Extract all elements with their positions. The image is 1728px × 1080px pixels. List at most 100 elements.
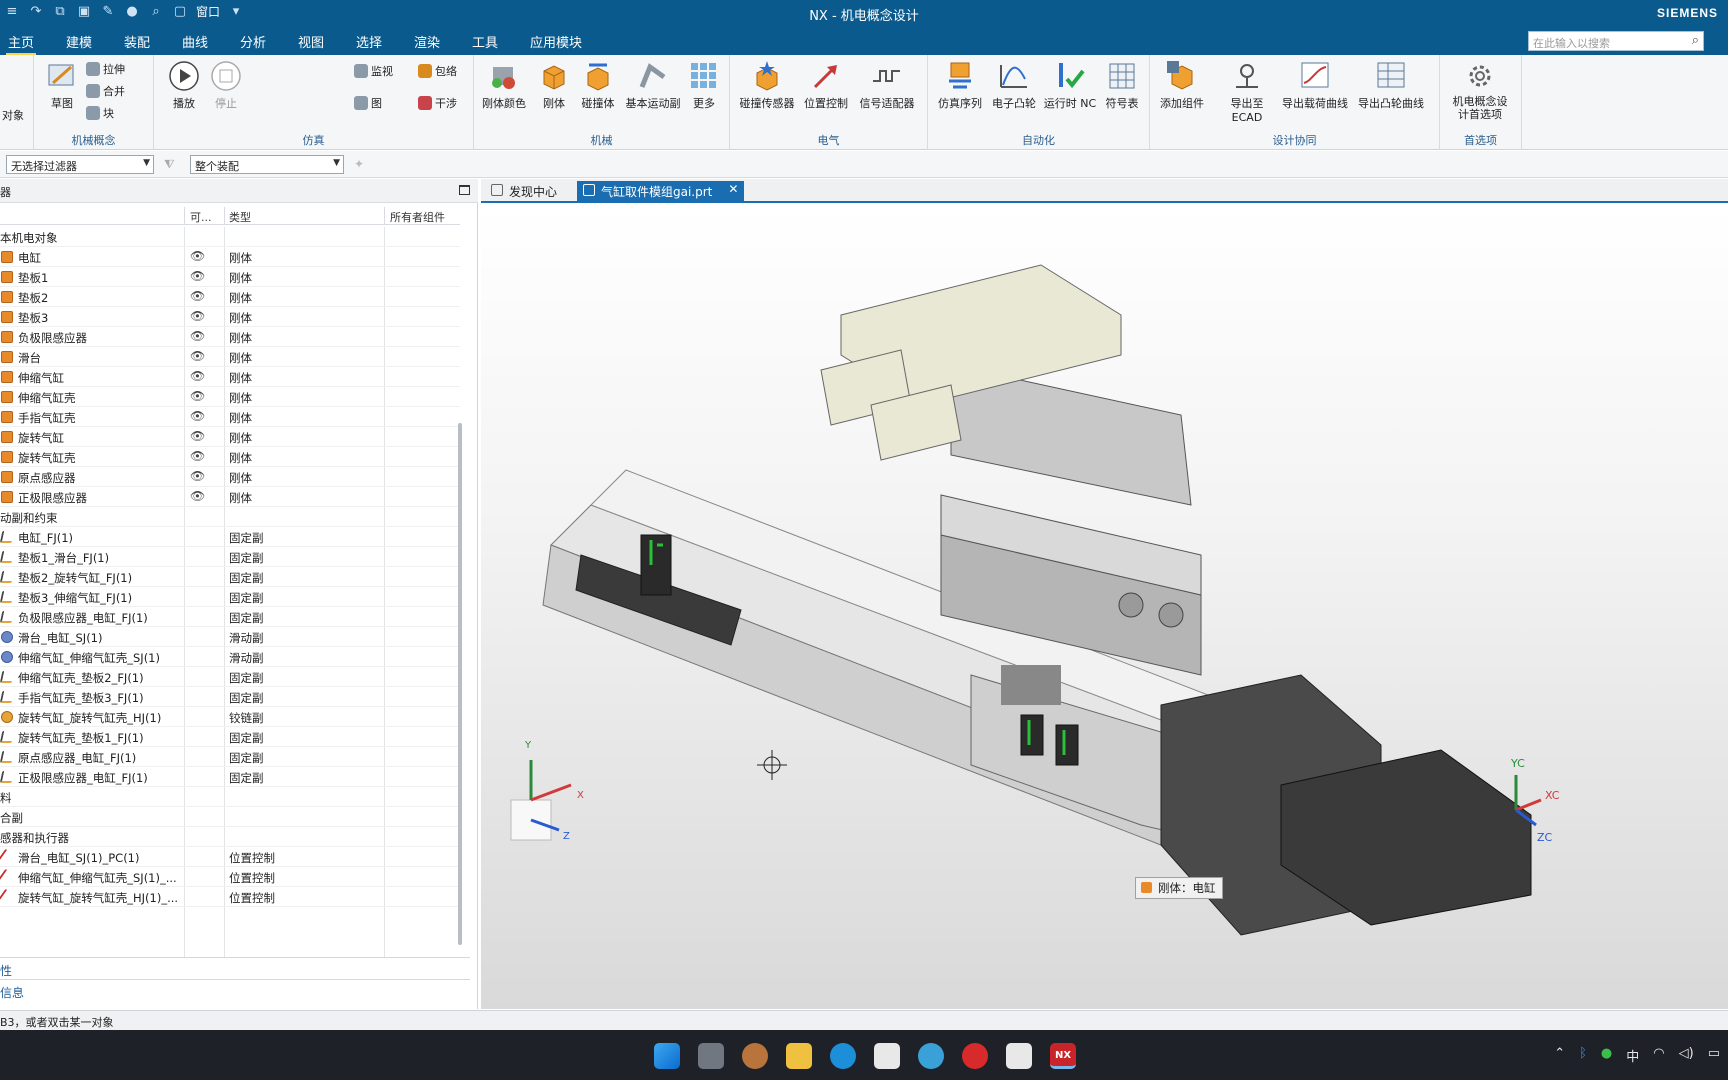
table-row[interactable]: 负极限感应器_电缸_FJ(1) 固定副 <box>0 607 460 627</box>
table-row[interactable]: 旋转气缸壳_垫板1_FJ(1) 固定副 <box>0 727 460 747</box>
tab-tools[interactable]: 工具 <box>470 32 500 51</box>
graph-button[interactable]: 图 <box>354 95 382 111</box>
nx-app-icon[interactable]: NX <box>1050 1043 1076 1069</box>
tab-modeling[interactable]: 建模 <box>64 32 94 51</box>
eye-icon[interactable]: 👁 <box>190 369 205 383</box>
tree-group-row[interactable]: 本机电对象 <box>0 227 460 247</box>
music-app-icon[interactable] <box>962 1043 988 1069</box>
table-row[interactable]: 垫板3_伸缩气缸_FJ(1) 固定副 <box>0 587 460 607</box>
start-icon[interactable] <box>654 1043 680 1069</box>
column-owner[interactable]: 所有者组件 <box>390 209 445 225</box>
add-component-button[interactable]: 添加组件 <box>1156 59 1208 111</box>
tab-view[interactable]: 视图 <box>296 32 326 51</box>
table-row[interactable]: 伸缩气缸_伸缩气缸壳_SJ(1)_... 位置控制 <box>0 867 460 887</box>
interfere-button[interactable]: 干涉 <box>418 95 457 111</box>
section-info[interactable]: 信息 <box>0 979 470 1001</box>
e-cam-button[interactable]: 电子凸轮 <box>988 59 1040 111</box>
tab-applications[interactable]: 应用模块 <box>528 32 584 51</box>
table-row[interactable]: 正极限感应器_电缸_FJ(1) 固定副 <box>0 767 460 787</box>
tab-discovery-center[interactable]: 发现中心 <box>485 181 563 201</box>
tab-part-file[interactable]: 气缸取件模组gai.prt ✕ <box>577 181 745 201</box>
globe-app-icon[interactable] <box>918 1043 944 1069</box>
eye-icon[interactable]: 👁 <box>190 489 205 503</box>
eye-icon[interactable]: 👁 <box>190 409 205 423</box>
volume-icon[interactable]: ◁) <box>1679 1046 1694 1065</box>
table-row[interactable]: 滑台 👁 刚体 <box>0 347 460 367</box>
table-row[interactable]: 手指气缸壳_垫板3_FJ(1) 固定副 <box>0 687 460 707</box>
table-row[interactable]: 伸缩气缸壳_垫板2_FJ(1) 固定副 <box>0 667 460 687</box>
eye-icon[interactable]: 👁 <box>190 449 205 463</box>
tab-curve[interactable]: 曲线 <box>180 32 210 51</box>
table-row[interactable]: 手指气缸壳 👁 刚体 <box>0 407 460 427</box>
graphics-viewport[interactable]: Y X Z YC XC ZC 刚体：电缸 <box>481 205 1728 1009</box>
file-explorer-icon[interactable] <box>786 1043 812 1069</box>
search-icon[interactable]: ⌕ <box>1692 33 1699 48</box>
collision-body-button[interactable]: 碰撞体 <box>572 59 624 111</box>
monitor-button[interactable]: 监视 <box>354 63 393 79</box>
tab-select[interactable]: 选择 <box>354 32 384 51</box>
tree-group-row[interactable]: 合副 <box>0 807 460 827</box>
stop-button[interactable]: 停止 <box>200 59 252 111</box>
table-row[interactable]: 旋转气缸 👁 刚体 <box>0 427 460 447</box>
table-row[interactable]: 滑台_电缸_SJ(1) 滑动副 <box>0 627 460 647</box>
signal-adapter-button[interactable]: 信号适配器 <box>856 59 918 111</box>
battery-icon[interactable]: ▭ <box>1708 1046 1720 1065</box>
tab-analysis[interactable]: 分析 <box>238 32 268 51</box>
basic-joint-button[interactable]: 基本运动副 <box>622 59 684 111</box>
eye-icon[interactable]: 👁 <box>190 269 205 283</box>
table-row[interactable]: 垫板1_滑台_FJ(1) 固定副 <box>0 547 460 567</box>
more-button[interactable]: 更多 <box>678 59 730 111</box>
collision-sensor-button[interactable]: 碰撞传感器 <box>736 59 798 111</box>
tab-render[interactable]: 渲染 <box>412 32 442 51</box>
table-row[interactable]: 旋转气缸_旋转气缸壳_HJ(1) 铰链副 <box>0 707 460 727</box>
export-ecad-button[interactable]: 导出至 ECAD <box>1214 59 1280 124</box>
table-row[interactable]: 垫板2_旋转气缸_FJ(1) 固定副 <box>0 567 460 587</box>
ime-indicator[interactable]: 中 <box>1626 1046 1639 1065</box>
table-row[interactable]: 旋转气缸_旋转气缸壳_HJ(1)_... 位置控制 <box>0 887 460 907</box>
extrude-button[interactable]: 拉伸 <box>86 61 125 77</box>
table-row[interactable]: 旋转气缸壳 👁 刚体 <box>0 447 460 467</box>
navigator-scrollbar[interactable] <box>458 423 462 945</box>
sim-sequence-button[interactable]: 仿真序列 <box>934 59 986 111</box>
table-row[interactable]: 负极限感应器 👁 刚体 <box>0 327 460 347</box>
table-row[interactable]: 垫板1 👁 刚体 <box>0 267 460 287</box>
wrap-button[interactable]: 包络 <box>418 63 457 79</box>
bluetooth-icon[interactable]: ᛒ <box>1579 1046 1587 1065</box>
block-button[interactable]: 块 <box>86 105 114 121</box>
unite-button[interactable]: 合并 <box>86 83 125 99</box>
task-view-icon[interactable] <box>698 1043 724 1069</box>
close-icon[interactable]: ✕ <box>728 182 738 196</box>
type-filter-select[interactable]: 无选择过滤器 ▼ <box>6 155 154 174</box>
eye-icon[interactable]: 👁 <box>190 429 205 443</box>
run-nc-button[interactable]: 运行时 NC <box>1042 59 1098 111</box>
export-load-curve-button[interactable]: 导出载荷曲线 <box>1282 59 1348 111</box>
snap-icon[interactable]: ✦ <box>354 157 364 171</box>
table-row[interactable]: 电缸 👁 刚体 <box>0 247 460 267</box>
eye-icon[interactable]: 👁 <box>190 469 205 483</box>
maximize-icon[interactable] <box>459 185 470 195</box>
section-properties[interactable]: 性 <box>0 957 470 979</box>
column-visible[interactable]: 可... <box>190 209 212 225</box>
column-type[interactable]: 类型 <box>229 209 251 225</box>
object-button[interactable]: 对象 <box>2 107 24 123</box>
eye-icon[interactable]: 👁 <box>190 289 205 303</box>
position-control-button[interactable]: 位置控制 <box>800 59 852 111</box>
table-row[interactable]: 伸缩气缸 👁 刚体 <box>0 367 460 387</box>
eye-icon[interactable]: 👁 <box>190 249 205 263</box>
search-input[interactable]: 在此输入以搜索 ⌕ <box>1528 31 1704 51</box>
eye-icon[interactable]: 👁 <box>190 309 205 323</box>
symbol-table-button[interactable]: 符号表 <box>1096 59 1148 111</box>
tree-group-row[interactable]: 感器和执行器 <box>0 827 460 847</box>
export-cam-curve-button[interactable]: 导出凸轮曲线 <box>1356 59 1426 111</box>
eye-icon[interactable]: 👁 <box>190 329 205 343</box>
eye-icon[interactable]: 👁 <box>190 349 205 363</box>
scope-select[interactable]: 整个装配 ▼ <box>190 155 344 174</box>
app-bear-icon[interactable] <box>742 1043 768 1069</box>
tab-home[interactable]: 主页 <box>6 32 37 55</box>
body-color-button[interactable]: 刚体颜色 <box>478 59 530 111</box>
table-row[interactable]: 垫板3 👁 刚体 <box>0 307 460 327</box>
preferences-button[interactable]: 机电概念设计首选项 <box>1450 59 1510 121</box>
table-row[interactable]: 滑台_电缸_SJ(1)_PC(1) 位置控制 <box>0 847 460 867</box>
sketch-button[interactable]: 草图 <box>36 59 88 111</box>
edge-browser-icon[interactable] <box>830 1043 856 1069</box>
